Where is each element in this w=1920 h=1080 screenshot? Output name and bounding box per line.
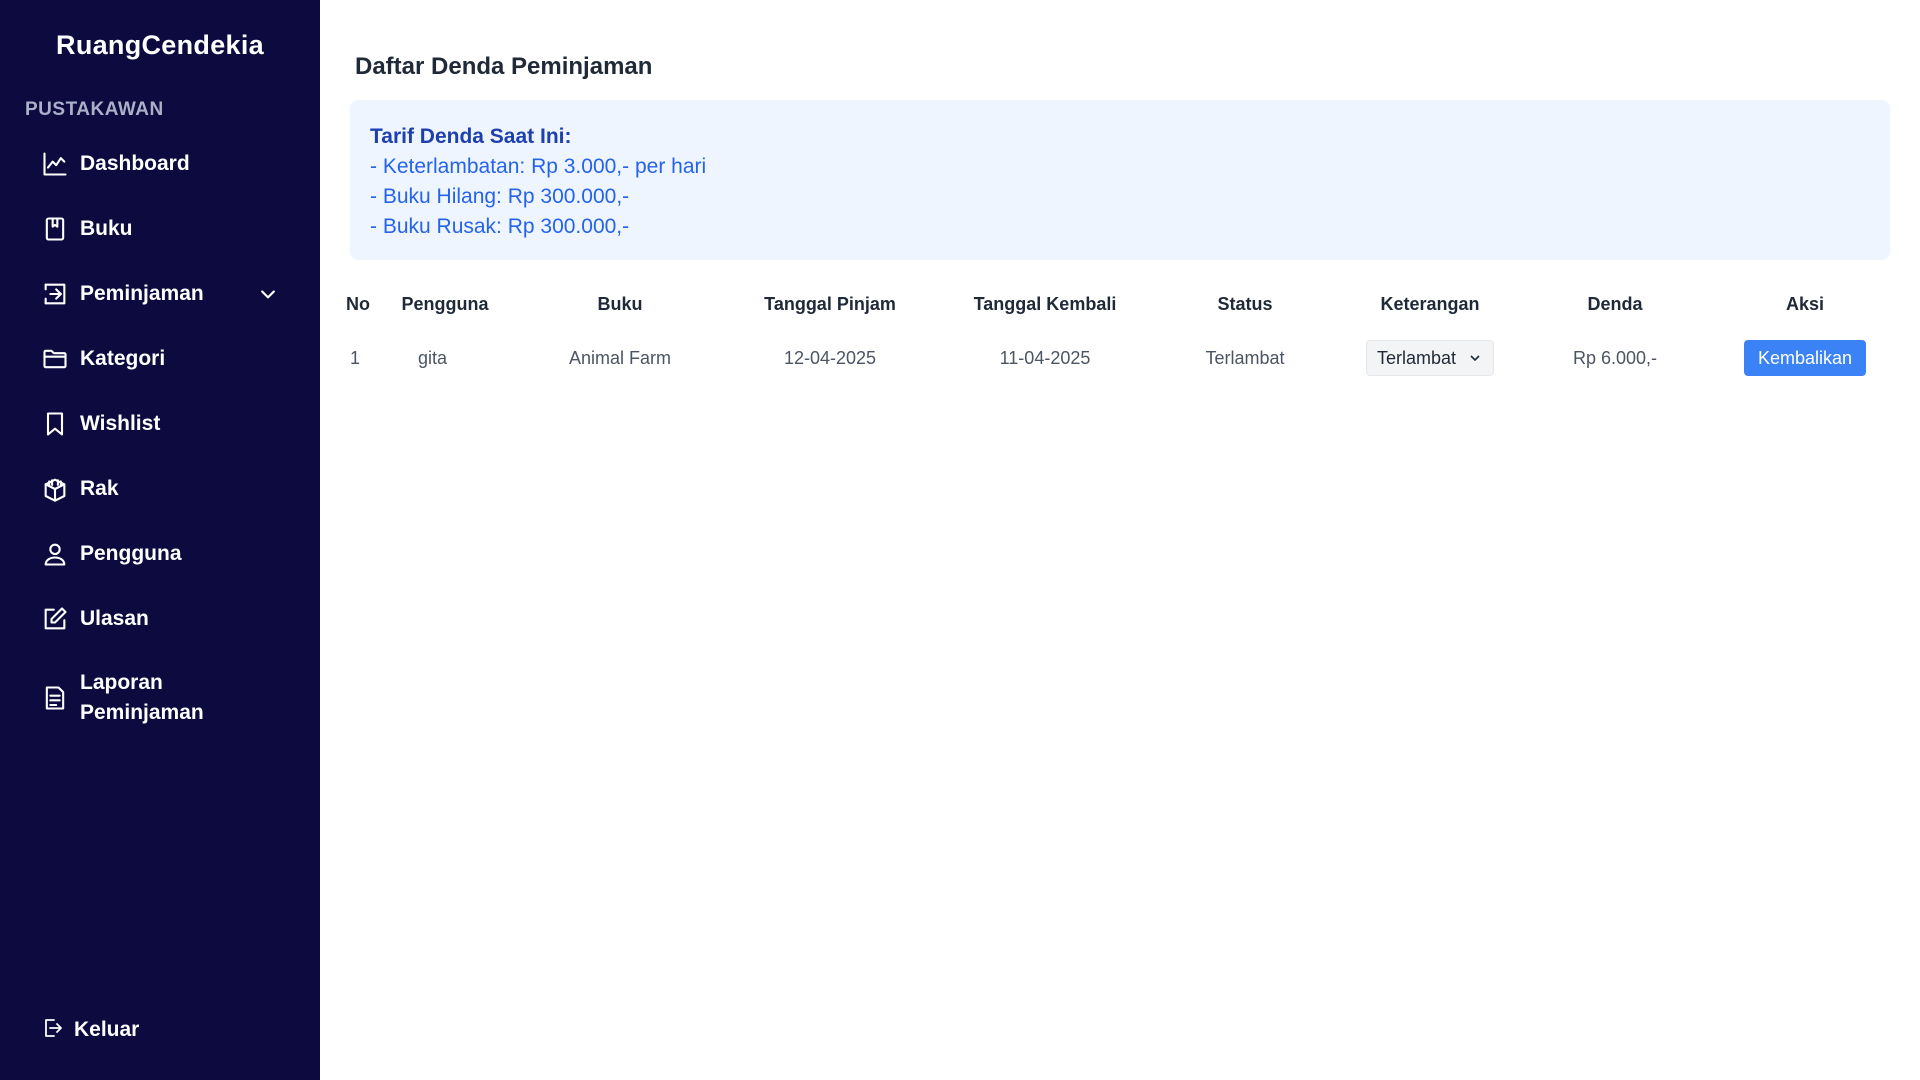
chevron-down-icon bbox=[1470, 355, 1480, 362]
kembalikan-button[interactable]: Kembalikan bbox=[1743, 340, 1867, 376]
edit-icon bbox=[40, 604, 70, 634]
section-label: PUSTAKAWAN bbox=[25, 99, 164, 120]
sidebar-item-label: Wishlist bbox=[80, 412, 161, 435]
cell-pengguna: gita bbox=[418, 347, 448, 368]
chevron-down-icon[interactable] bbox=[258, 284, 278, 304]
document-icon bbox=[40, 683, 70, 713]
sidebar-item-label: Buku bbox=[80, 217, 133, 240]
header-tanggal-pinjam: Tanggal Pinjam bbox=[764, 293, 896, 314]
info-line: - Buku Rusak: Rp 300.000,- bbox=[370, 215, 630, 238]
header-no: No bbox=[346, 293, 370, 314]
chart-line-icon bbox=[40, 149, 70, 179]
sidebar-item-label: Peminjaman bbox=[80, 282, 204, 305]
fines-table: No Pengguna Buku Tanggal Pinjam Tanggal … bbox=[340, 282, 1910, 390]
keterangan-select-value: Terlambat bbox=[1377, 347, 1457, 368]
sidebar-item-ulasan[interactable]: Ulasan bbox=[40, 595, 290, 643]
fine-rates-info: Tarif Denda Saat Ini: - Keterlambatan: R… bbox=[350, 100, 1890, 260]
info-line: - Keterlambatan: Rp 3.000,- per hari bbox=[370, 155, 707, 178]
sidebar-item-label: Dashboard bbox=[80, 152, 190, 175]
header-status: Status bbox=[1217, 293, 1273, 314]
table-row: 1 gita Animal Farm 12-04-2025 11-04-2025… bbox=[340, 326, 1910, 390]
header-denda: Denda bbox=[1587, 293, 1643, 314]
cell-status: Terlambat bbox=[1205, 347, 1285, 368]
sidebar-item-label: Pengguna bbox=[80, 542, 182, 565]
logout-icon bbox=[40, 1016, 64, 1045]
cell-aksi: Kembalikan bbox=[1700, 326, 1910, 390]
keterangan-select[interactable]: Terlambat bbox=[1366, 340, 1494, 376]
header-pengguna: Pengguna bbox=[401, 293, 489, 314]
header-keterangan: Keterangan bbox=[1380, 293, 1480, 314]
cell-tanggal-kembali: 11-04-2025 bbox=[999, 347, 1091, 368]
sidebar-item-label: Ulasan bbox=[80, 607, 149, 630]
sidebar-item-buku[interactable]: Buku bbox=[40, 205, 290, 253]
sidebar-item-rak[interactable]: Rak bbox=[40, 465, 290, 513]
sidebar-item-peminjaman[interactable]: Peminjaman bbox=[40, 270, 290, 318]
sidebar: RuangCendekia PUSTAKAWAN Dashboard Buku … bbox=[0, 0, 320, 1080]
header-aksi: Aksi bbox=[1785, 293, 1825, 314]
sidebar-item-label: Rak bbox=[80, 477, 119, 500]
cell-buku: Animal Farm bbox=[568, 347, 671, 368]
cell-keterangan: Terlambat bbox=[1330, 326, 1530, 390]
header-tanggal-kembali: Tanggal Kembali bbox=[973, 293, 1117, 314]
book-icon bbox=[40, 214, 70, 244]
main-content: Daftar Denda Peminjaman Tarif Denda Saat… bbox=[320, 0, 1920, 1080]
login-arrow-icon bbox=[40, 279, 70, 309]
shelf-icon bbox=[40, 474, 70, 504]
header-buku: Buku bbox=[597, 293, 643, 314]
sidebar-item-label: Laporan Peminjaman bbox=[80, 671, 204, 724]
page-title: Daftar Denda Peminjaman bbox=[355, 53, 653, 80]
logout-label: Keluar bbox=[74, 1018, 140, 1041]
cell-tanggal-pinjam: 12-04-2025 bbox=[783, 347, 877, 368]
bookmark-icon bbox=[40, 409, 70, 439]
user-icon bbox=[40, 539, 70, 569]
sidebar-item-wishlist[interactable]: Wishlist bbox=[40, 400, 290, 448]
table-header-row: No Pengguna Buku Tanggal Pinjam Tanggal … bbox=[340, 282, 1910, 326]
info-title: Tarif Denda Saat Ini: bbox=[370, 125, 572, 148]
sidebar-item-label: Kategori bbox=[80, 347, 166, 370]
sidebar-item-laporan-peminjaman[interactable]: Laporan Peminjaman bbox=[40, 660, 290, 736]
logout-button[interactable]: Keluar bbox=[40, 1012, 139, 1048]
sidebar-item-kategori[interactable]: Kategori bbox=[40, 335, 290, 383]
folder-icon bbox=[40, 344, 70, 374]
sidebar-item-dashboard[interactable]: Dashboard bbox=[40, 140, 290, 188]
cell-no: 1 bbox=[350, 347, 361, 368]
sidebar-item-pengguna[interactable]: Pengguna bbox=[40, 530, 290, 578]
brand-logo[interactable]: RuangCendekia bbox=[0, 30, 320, 61]
cell-denda: Rp 6.000,- bbox=[1572, 347, 1658, 368]
info-line: - Buku Hilang: Rp 300.000,- bbox=[370, 185, 630, 208]
